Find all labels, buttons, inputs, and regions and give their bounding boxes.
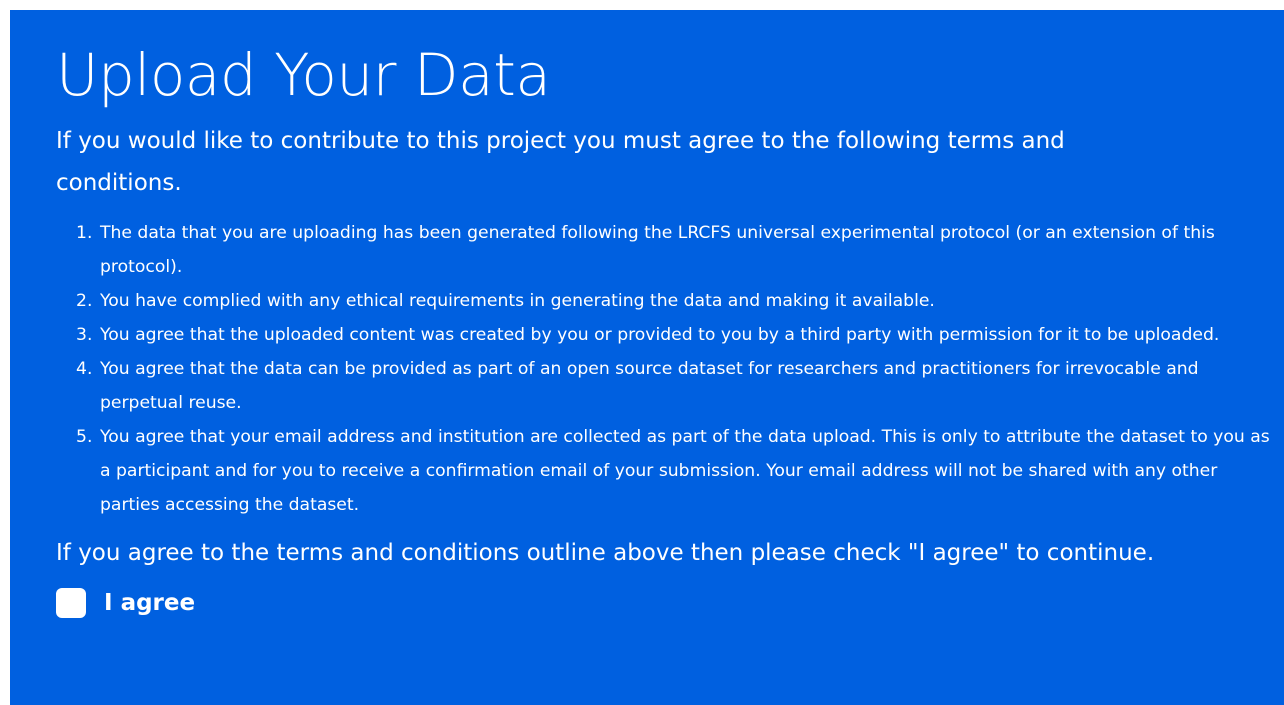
page-title: Upload Your Data: [56, 41, 551, 109]
terms-list: The data that you are uploading has been…: [56, 216, 1270, 522]
agree-row: I agree: [56, 588, 1284, 618]
intro-text: If you would like to contribute to this …: [56, 128, 1065, 196]
term-item: You agree that the data can be provided …: [76, 352, 1199, 413]
upload-terms-panel: Upload Your Data If you would like to co…: [10, 10, 1284, 705]
agree-label[interactable]: I agree: [104, 590, 195, 616]
term-item: The data that you are uploading has been…: [76, 216, 1215, 277]
term-item: You have complied with any ethical requi…: [76, 284, 935, 318]
closing-instruction: If you agree to the terms and conditions…: [56, 540, 1155, 566]
term-item: You agree that your email address and in…: [76, 420, 1270, 515]
term-item: You agree that the uploaded content was …: [76, 318, 1220, 352]
agree-checkbox[interactable]: [56, 588, 86, 618]
